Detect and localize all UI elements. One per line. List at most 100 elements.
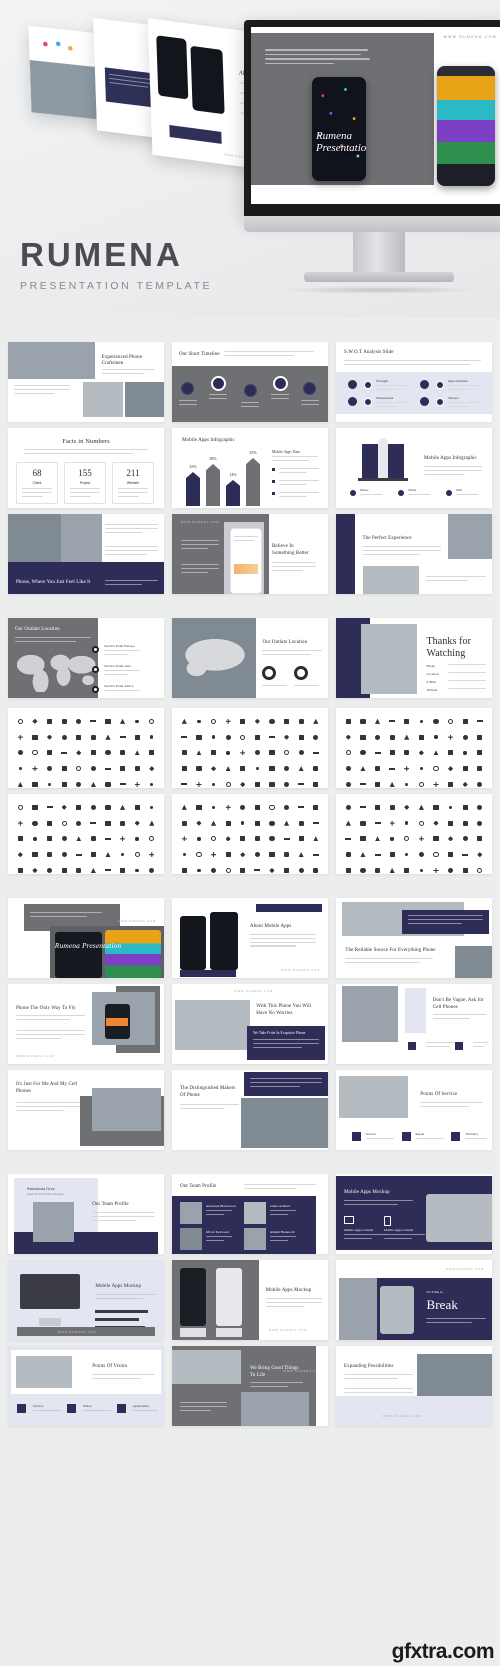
icon-cell <box>116 848 129 861</box>
icon-cell <box>357 778 370 788</box>
slide-title: Thanks for Watching <box>426 636 472 659</box>
icon-cell <box>430 747 443 760</box>
icon-cell <box>266 848 279 861</box>
icon-cell <box>473 778 486 788</box>
icon-cell <box>72 731 85 744</box>
icon-cell <box>222 801 235 814</box>
slide-thumbnail[interactable]: Thanks for Watching Phone Location E-Mai… <box>336 618 492 698</box>
icon-cell <box>131 817 144 830</box>
swot-label: Weaknesses <box>376 396 394 400</box>
slide-thumbnail[interactable]: Phone, Where You Just Feel Like It <box>8 514 164 594</box>
icon-cell <box>14 731 27 744</box>
slide-thumbnail[interactable]: Mobile Apps Mockup WWW.RUMENA.COM <box>8 1260 164 1340</box>
icon-cell <box>251 731 264 744</box>
slide-thumbnail[interactable]: Facts in Numbers 68 Client 155 Project 2… <box>8 428 164 508</box>
slide-thumbnail[interactable]: WWW.RUMENA.COM Believe In Something Bett… <box>172 514 328 594</box>
slide-thumbnail[interactable]: The Reliable Source For Everything Phone <box>336 898 492 978</box>
icon-cell <box>415 778 428 788</box>
icon-cell <box>459 833 472 846</box>
icon-cell <box>251 848 264 861</box>
icon-cell <box>251 747 264 760</box>
icon-sheet[interactable] <box>8 794 164 874</box>
icon-cell <box>116 747 129 760</box>
icon-cell <box>178 833 191 846</box>
icon-cell <box>58 848 71 861</box>
icon-cell <box>400 731 413 744</box>
icon-cell <box>102 715 115 728</box>
icon-cell <box>295 864 308 874</box>
slide-thumbnail[interactable]: We Bring Good Things To Life WWW.RUMENA.… <box>172 1346 328 1426</box>
icon-cell <box>357 833 370 846</box>
icon-cell <box>43 817 56 830</box>
slide-thumbnail[interactable]: The Distinguished Makers Of Phone <box>172 1070 328 1150</box>
slide-thumbnail[interactable]: Mobile Apps Mockup Mobile Apps Content M… <box>336 1174 492 1254</box>
slide-thumbnail[interactable]: Our Team Profile Anastasia Blackwood Jam… <box>172 1174 328 1254</box>
icon-cell <box>371 801 384 814</box>
icon-cell <box>342 848 355 861</box>
icon-cell <box>87 715 100 728</box>
icon-cell <box>473 747 486 760</box>
icon-sheet[interactable] <box>172 794 328 874</box>
product-preview-page: WWW.RUMENA.COM With This Phone You Will … <box>0 0 500 1666</box>
icon-cell <box>280 731 293 744</box>
slide-thumbnail[interactable]: Don't Be Vague, Ask for Cell Phones <box>336 984 492 1064</box>
slide-thumbnail[interactable]: About Mobile Apps WWW.RUMENA.COM <box>172 898 328 978</box>
feature-label: Repair <box>415 1132 425 1136</box>
slide-thumbnail[interactable]: Our Outlate Location Service Point Europ… <box>8 618 164 698</box>
imac-neck <box>353 232 405 272</box>
bar-value: 14% <box>229 472 237 477</box>
icon-cell <box>266 715 279 728</box>
icon-cell <box>178 731 191 744</box>
icon-cell <box>266 731 279 744</box>
icon-cell <box>102 731 115 744</box>
contact-label: E-Mail <box>426 680 437 684</box>
slide-thumbnail[interactable]: Mobile Apps Mockup WWW.RUMENA.COM <box>172 1260 328 1340</box>
icon-cell <box>116 778 129 788</box>
slide-thumbnail[interactable]: Mobile Apps Infographic 25% 28% 14% 35% … <box>172 428 328 508</box>
slide-title: The Perfect Experience <box>362 536 412 541</box>
icon-sheet[interactable] <box>336 708 492 788</box>
slide-thumbnail[interactable]: WWW.RUMENA.COM With This Phone You Will … <box>172 984 328 1064</box>
slide-thumbnail[interactable]: The Perfect Experience <box>336 514 492 594</box>
icon-cell <box>72 801 85 814</box>
slide-thumbnail[interactable]: It's Just For Me And My Cell Phones <box>8 1070 164 1150</box>
icon-cell <box>207 817 220 830</box>
icon-cell <box>145 801 158 814</box>
icon-sheet[interactable] <box>336 794 492 874</box>
slide-thumbnail[interactable]: Anastasiia Grey Lead Team Creative Desig… <box>8 1174 164 1254</box>
icon-cell <box>131 848 144 861</box>
brand-name: RUMENA <box>20 236 183 273</box>
icon-cell <box>145 833 158 846</box>
icon-sheet[interactable] <box>172 708 328 788</box>
icon-cell <box>266 778 279 788</box>
contact-label: Website <box>426 688 438 692</box>
icon-cell <box>459 715 472 728</box>
icon-cell <box>116 833 129 846</box>
slide-thumbnail[interactable]: Expanding Possibilities WWW.RUMENA.COM <box>336 1346 492 1426</box>
icon-cell <box>415 731 428 744</box>
icon-sheet[interactable] <box>8 708 164 788</box>
slide-thumbnail[interactable]: Mobile Apps Infographic Phone Tablet Web <box>336 428 492 508</box>
slide-title: Don't Be Vague, Ask for Cell Phones <box>432 998 484 1010</box>
icon-sheet-row <box>8 794 492 874</box>
icon-cell <box>342 833 355 846</box>
slide-thumbnail[interactable]: Experienced Phone Craftsmen <box>8 342 164 422</box>
slide-thumbnail[interactable]: Points Of Vision Service Vision Applicat… <box>8 1346 164 1426</box>
icon-cell <box>386 817 399 830</box>
icon-cell <box>193 762 206 775</box>
slide-thumbnail[interactable]: S.W.O.T Analysis Slide Strength Weakness… <box>336 342 492 422</box>
slide-thumbnail[interactable]: Points Of Service Service Repair Warrant… <box>336 1070 492 1150</box>
icon-cell <box>357 731 370 744</box>
slide-thumbnail[interactable]: Phone The Only Way To Fly WWW.RUMENA.COM <box>8 984 164 1064</box>
list-heading: Mobile Apps Data <box>272 450 300 454</box>
icon-cell <box>371 747 384 760</box>
slide-thumbnail[interactable]: WWW.RUMENA.COM Rumena Presentation <box>8 898 164 978</box>
icon-cell <box>145 817 158 830</box>
slide-thumbnail[interactable]: Our Short Timeline <box>172 342 328 422</box>
icon-cell <box>87 747 100 760</box>
member-name: Ahmed Hasanovic <box>270 1230 296 1234</box>
icon-cell <box>58 801 71 814</box>
slide-thumbnail[interactable]: WWW.RUMENA.COM It's Time to Break <box>336 1260 492 1340</box>
slide-thumbnail[interactable]: Our Outlate Location <box>172 618 328 698</box>
icon-cell <box>473 848 486 861</box>
